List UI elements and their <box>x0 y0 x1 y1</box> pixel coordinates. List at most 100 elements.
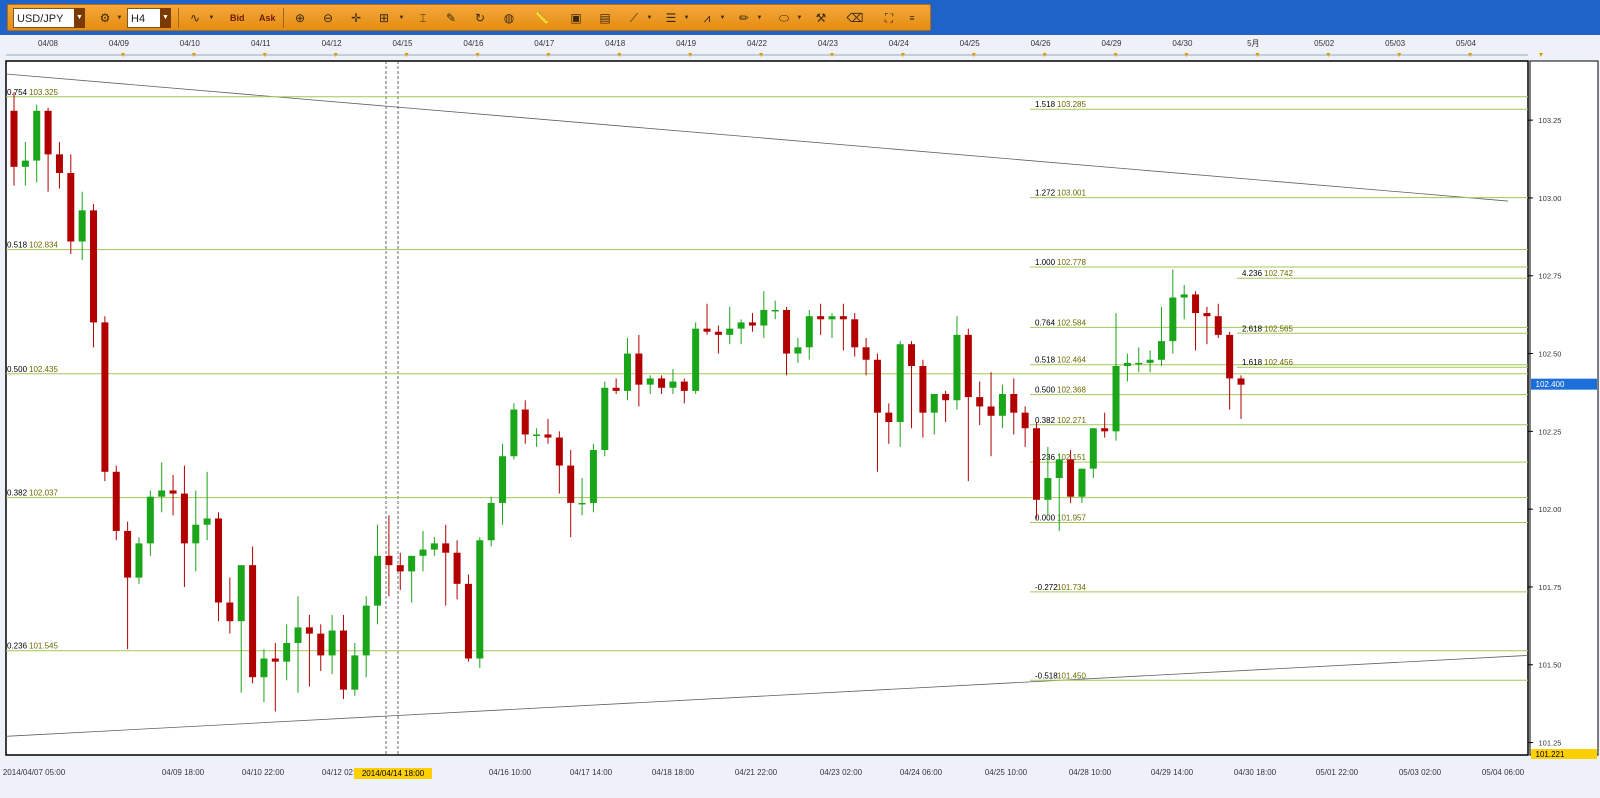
globe-icon[interactable]: ◍ <box>500 8 518 28</box>
fibonacci-dropdown-icon[interactable]: ▼ <box>719 8 726 28</box>
candle-body <box>589 450 597 503</box>
fibonacci-price-label: 103.001 <box>1057 189 1086 198</box>
candle-body <box>1123 362 1131 366</box>
eraser-icon[interactable]: ⌫ <box>846 8 864 28</box>
candle-body <box>101 322 109 472</box>
candle-body <box>578 502 586 505</box>
fibonacci-price-label: 102.456 <box>1264 358 1293 367</box>
top-date-label: 04/26 <box>1031 39 1052 48</box>
symbol-select[interactable]: USD/JPY <box>13 8 75 28</box>
candle-body <box>260 658 268 678</box>
top-date-label: 04/10 <box>180 39 201 48</box>
candle-body <box>419 549 427 556</box>
fibonacci-ratio-label: 1.000 <box>1035 258 1056 267</box>
candle-body <box>1067 459 1075 497</box>
zoom-in-icon[interactable]: ⊕ <box>291 8 309 28</box>
candle-body <box>953 334 961 401</box>
fibonacci-ratio-label: 0.754 <box>7 88 28 97</box>
draw-lines-icon[interactable]: ⟋ <box>625 8 643 28</box>
fibonacci-ratio-label: 0.000 <box>1035 514 1056 523</box>
chart-area[interactable]: 04/08 04/09 04/10 04/11 04/12 04/15 04/16 04/17… <box>0 35 1600 798</box>
candle-body <box>453 552 461 584</box>
fibonacci-price-label: 101.450 <box>1057 671 1086 680</box>
fibonacci-price-label: 102.778 <box>1057 258 1086 267</box>
shape-icon[interactable]: ⬭ <box>775 8 793 28</box>
marker-icon[interactable]: ⌶ <box>414 8 432 28</box>
fibonacci-ratio-label: 2.618 <box>1242 324 1263 333</box>
toolbar-menu-icon[interactable]: ≡ <box>903 8 921 28</box>
fibonacci-ratio-label: 0.382 <box>1035 416 1056 425</box>
candle-body <box>658 378 666 388</box>
list-dropdown-icon[interactable]: ▼ <box>683 8 690 28</box>
candle-body <box>55 154 63 174</box>
period-separator-icon[interactable]: ⊞ <box>375 8 393 28</box>
fibonacci-price-label: 101.545 <box>29 642 58 651</box>
fibonacci-ratio-label: -0.272 <box>1035 583 1058 592</box>
top-date-label: 04/22 <box>747 39 768 48</box>
candle-body <box>1101 428 1109 432</box>
fibonacci-price-label: 102.742 <box>1264 269 1293 278</box>
zoom-out-icon[interactable]: ⊖ <box>319 8 337 28</box>
y-tick-label: 103.00 <box>1539 194 1562 203</box>
refresh-icon[interactable]: ↻ <box>471 8 489 28</box>
window-icon[interactable]: ▤ <box>596 8 614 28</box>
bottom-time-label: 05/01 22:00 <box>1316 768 1359 777</box>
candle-body <box>476 540 484 659</box>
candle-body <box>635 353 643 385</box>
candle-body <box>624 353 631 391</box>
settings-icon[interactable]: ⚒ <box>812 8 830 28</box>
candle-body <box>885 412 893 423</box>
bid-toggle[interactable]: Bid <box>230 8 245 28</box>
layout-icon[interactable]: ⛶ <box>880 8 898 28</box>
candle-body <box>1203 313 1211 317</box>
chart-type-dropdown-icon[interactable]: ▼ <box>116 8 123 28</box>
candle-body <box>1146 359 1154 363</box>
note-icon[interactable]: ✎ <box>442 8 460 28</box>
fibonacci-ratio-label: 4.236 <box>1242 269 1263 278</box>
list-icon[interactable]: ☰ <box>662 8 680 28</box>
draw-lines-dropdown-icon[interactable]: ▼ <box>646 8 653 28</box>
fibonacci-ratio-label: 1.272 <box>1035 189 1056 198</box>
candle-body <box>1044 478 1052 500</box>
candle-body <box>237 565 245 622</box>
fibonacci-ratio-label: 0.764 <box>1035 318 1056 327</box>
candle-body <box>930 393 938 413</box>
candle-body <box>555 437 563 466</box>
candle-body <box>714 331 722 335</box>
candle-body <box>919 365 927 413</box>
candle-body <box>737 322 745 329</box>
candle-body <box>351 655 359 690</box>
y-tick-label: 101.75 <box>1539 583 1562 592</box>
crosshair-icon[interactable]: ✛ <box>347 8 365 28</box>
candle-body <box>817 316 825 320</box>
period-dropdown-icon[interactable]: ▼ <box>398 8 405 28</box>
indicator-dropdown-icon[interactable]: ▼ <box>208 8 215 28</box>
symbol-dropdown-button[interactable]: ▼ <box>74 8 85 28</box>
candle-body <box>294 627 302 643</box>
candle-body <box>44 110 52 155</box>
fibonacci-icon[interactable]: ⩘ <box>698 8 716 28</box>
pen-dropdown-icon[interactable]: ▼ <box>756 8 763 28</box>
indicator-icon[interactable]: ∿ <box>186 8 204 28</box>
candle-body <box>726 328 734 335</box>
timeframe-dropdown-button[interactable]: ▼ <box>160 8 171 28</box>
candlestick-chart[interactable]: 04/08 04/09 04/10 04/11 04/12 04/15 04/16 04/17… <box>0 35 1600 798</box>
candle-body <box>385 555 393 566</box>
top-date-label: 04/12 <box>322 39 343 48</box>
ruler-icon[interactable]: 📏 <box>533 8 551 28</box>
chart-type-icon[interactable]: ⚙ <box>96 8 114 28</box>
ask-toggle[interactable]: Ask <box>259 8 276 28</box>
fibonacci-ratio-label: -0.518 <box>1035 671 1058 680</box>
candle-body <box>499 456 507 503</box>
shape-dropdown-icon[interactable]: ▼ <box>796 8 803 28</box>
candle-body <box>783 309 791 354</box>
y-tick-label: 102.50 <box>1539 350 1562 359</box>
pen-icon[interactable]: ✏ <box>735 8 753 28</box>
top-date-label: 05/02 <box>1314 39 1335 48</box>
candle-body <box>601 387 609 451</box>
candle-body <box>487 502 495 541</box>
image-icon[interactable]: ▣ <box>567 8 585 28</box>
candle-body <box>1010 393 1018 413</box>
fibonacci-price-label: 102.368 <box>1057 386 1086 395</box>
candle-body <box>158 490 166 497</box>
